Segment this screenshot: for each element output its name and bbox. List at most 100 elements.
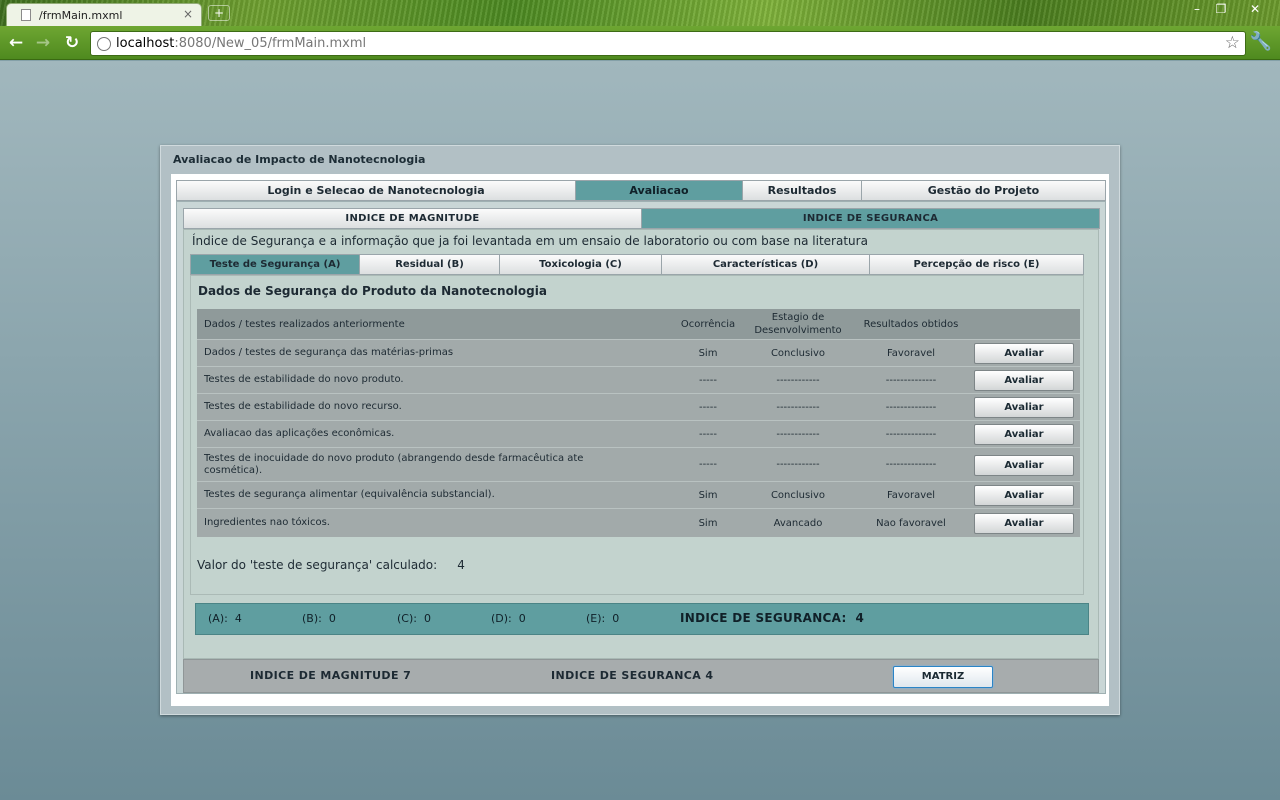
row-estagio: ------------: [776, 459, 820, 470]
row-ocorrencia: -----: [698, 401, 718, 413]
row-desc: Ingredientes nao tóxicos.: [204, 517, 330, 528]
window-close-icon[interactable]: ✕: [1242, 0, 1268, 18]
header-resultados: Resultados obtidos: [863, 318, 959, 330]
footer-bar: INDICE DE MAGNITUDE 7 INDICE DE SEGURANC…: [183, 659, 1099, 693]
summary-a: (A): 4: [208, 612, 242, 625]
table-row: Avaliacao das aplicações econômicas. ---…: [197, 420, 1080, 447]
avaliar-button[interactable]: Avaliar: [974, 370, 1074, 391]
row-ocorrencia: Sim: [698, 347, 718, 359]
index-tabbar: INDICE DE MAGNITUDE INDICE DE SEGURANCA: [183, 208, 1100, 229]
footer-seguranca: INDICE DE SEGURANCA 4: [551, 669, 714, 682]
tab-title: /frmMain.mxml: [39, 9, 123, 22]
browser-tab[interactable]: /frmMain.mxml ×: [6, 3, 202, 26]
tab-login[interactable]: Login e Selecao de Nanotecnologia: [176, 180, 576, 201]
row-estagio: Conclusivo: [770, 489, 826, 501]
row-ocorrencia: -----: [698, 374, 718, 386]
reload-icon[interactable]: ↻: [61, 32, 83, 54]
star-icon[interactable]: ☆: [1225, 33, 1240, 53]
row-desc: Avaliacao das aplicações econômicas.: [204, 428, 395, 439]
tests-table: Dados / testes realizados anteriormente …: [197, 309, 1080, 537]
table-row: Testes de segurança alimentar (equivalên…: [197, 481, 1080, 508]
tab-percepcao-risco[interactable]: Percepção de risco (E): [869, 254, 1084, 275]
row-resultado: Favoravel: [886, 347, 936, 359]
description-text: Índice de Segurança e a informação que j…: [192, 234, 868, 248]
avaliar-button[interactable]: Avaliar: [974, 454, 1074, 476]
table-row: Dados / testes de segurança das matérias…: [197, 339, 1080, 366]
table-header: Dados / testes realizados anteriormente …: [197, 309, 1080, 339]
calc-label: Valor do 'teste de segurança' calculado:: [197, 558, 438, 572]
seguranca-panel: Índice de Segurança e a informação que j…: [183, 229, 1099, 659]
row-desc: Dados / testes de segurança das matérias…: [204, 347, 454, 358]
tab-gestao-projeto[interactable]: Gestão do Projeto: [861, 180, 1106, 201]
row-estagio: ------------: [776, 401, 820, 413]
app-window: Avaliacao de Impacto de Nanotecnologia L…: [160, 145, 1120, 715]
close-icon[interactable]: ×: [183, 7, 193, 21]
summary-d: (D): 0: [491, 612, 526, 625]
tab-teste-seguranca[interactable]: Teste de Segurança (A): [190, 254, 360, 275]
page-icon: [21, 9, 31, 21]
tab-toxicologia[interactable]: Toxicologia (C): [499, 254, 662, 275]
footer-magnitude: INDICE DE MAGNITUDE 7: [250, 669, 412, 682]
row-ocorrencia: -----: [698, 428, 718, 440]
row-resultado: Nao favoravel: [876, 517, 946, 529]
address-bar[interactable]: localhost:8080/New_05/frmMain.mxml ☆: [90, 31, 1246, 56]
row-estagio: ------------: [776, 428, 820, 440]
row-resultado: --------------: [885, 428, 937, 440]
tab-avaliacao[interactable]: Avaliacao: [575, 180, 743, 201]
browser-toolbar: ← → ↻ localhost:8080/New_05/frmMain.mxml…: [0, 26, 1280, 60]
avaliar-button[interactable]: Avaliar: [974, 513, 1074, 534]
tab-residual[interactable]: Residual (B): [359, 254, 500, 275]
row-desc: Testes de estabilidade do novo recurso.: [204, 401, 402, 412]
row-desc: Testes de estabilidade do novo produto.: [204, 374, 404, 385]
calc-value: 4: [457, 558, 465, 572]
summary-bar: (A): 4 (B): 0 (C): 0 (D): 0 (E): 0 INDIC…: [195, 603, 1089, 635]
avaliacao-panel: INDICE DE MAGNITUDE INDICE DE SEGURANCA …: [176, 201, 1106, 694]
row-estagio: Avancado: [773, 517, 823, 529]
row-desc: Testes de inocuidade do novo produto (ab…: [204, 452, 584, 476]
calculated-value: Valor do 'teste de segurança' calculado:…: [197, 558, 465, 572]
url-text[interactable]: localhost:8080/New_05/frmMain.mxml: [116, 36, 366, 51]
tab-resultados[interactable]: Resultados: [742, 180, 862, 201]
main-tabbar: Login e Selecao de Nanotecnologia Avalia…: [176, 180, 1106, 201]
app-title: Avaliacao de Impacto de Nanotecnologia: [173, 153, 426, 166]
tab-indice-magnitude[interactable]: INDICE DE MAGNITUDE: [183, 208, 642, 229]
summary-b: (B): 0: [302, 612, 336, 625]
forward-icon[interactable]: →: [32, 32, 54, 54]
avaliar-button[interactable]: Avaliar: [974, 343, 1074, 364]
tab-indice-seguranca[interactable]: INDICE DE SEGURANCA: [641, 208, 1100, 229]
header-ocorrencia: Ocorrência: [680, 318, 736, 330]
row-estagio: ------------: [776, 374, 820, 386]
avaliar-button[interactable]: Avaliar: [974, 397, 1074, 418]
avaliar-button[interactable]: Avaliar: [974, 485, 1074, 506]
row-ocorrencia: Sim: [698, 489, 718, 501]
row-resultado: Favoravel: [886, 489, 936, 501]
table-row: Testes de estabilidade do novo recurso. …: [197, 393, 1080, 420]
row-resultado: --------------: [885, 401, 937, 413]
summary-e: (E): 0: [586, 612, 620, 625]
minimize-icon[interactable]: –: [1184, 0, 1210, 18]
tab-caracteristicas[interactable]: Características (D): [661, 254, 870, 275]
matriz-button[interactable]: MATRIZ: [893, 666, 993, 688]
summary-c: (C): 0: [397, 612, 431, 625]
row-estagio: Conclusivo: [770, 347, 826, 359]
row-ocorrencia: -----: [698, 459, 718, 470]
teste-seguranca-panel: Dados de Segurança do Produto da Nanotec…: [190, 275, 1084, 595]
restore-icon[interactable]: ❐: [1208, 0, 1234, 18]
header-desc: Dados / testes realizados anteriormente: [204, 318, 405, 330]
avaliar-button[interactable]: Avaliar: [974, 424, 1074, 445]
table-row: Ingredientes nao tóxicos. Sim Avancado N…: [197, 508, 1080, 537]
app-body: Login e Selecao de Nanotecnologia Avalia…: [171, 174, 1109, 706]
category-tabbar: Teste de Segurança (A) Residual (B) Toxi…: [190, 254, 1084, 275]
summary-total: INDICE DE SEGURANCA: 4: [680, 611, 865, 625]
header-estagio: Estagio de Desenvolvimento: [754, 312, 842, 336]
row-resultado: --------------: [885, 374, 937, 386]
section-title: Dados de Segurança do Produto da Nanotec…: [198, 284, 547, 298]
row-desc: Testes de segurança alimentar (equivalên…: [204, 489, 495, 500]
globe-icon: [97, 37, 111, 51]
new-tab-icon[interactable]: +: [208, 5, 230, 21]
row-ocorrencia: Sim: [698, 517, 718, 529]
table-row: Testes de inocuidade do novo produto (ab…: [197, 447, 1080, 481]
row-resultado: --------------: [885, 459, 937, 470]
wrench-icon[interactable]: 🔧: [1250, 31, 1272, 52]
back-icon[interactable]: ←: [5, 32, 27, 54]
